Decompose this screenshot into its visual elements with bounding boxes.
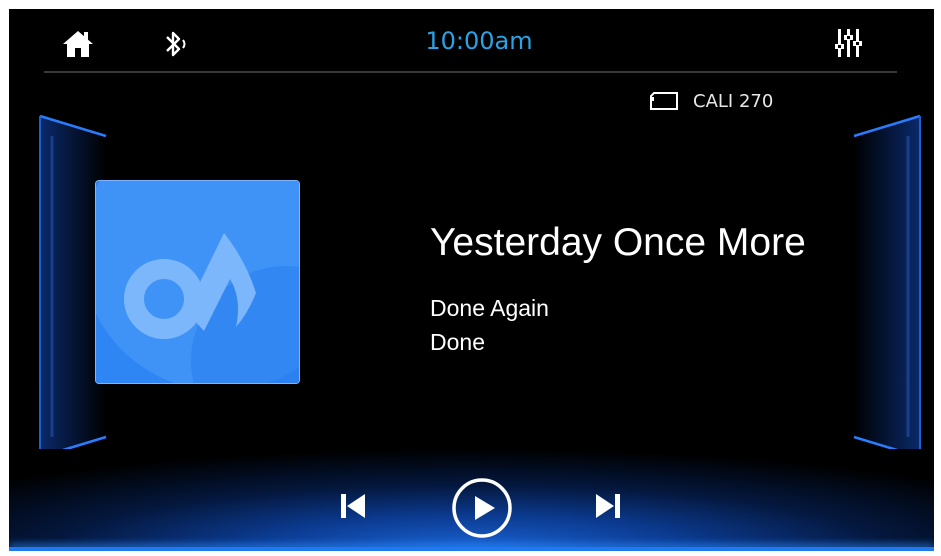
media-player-screen: 10:00am CALI 270 Yesterday Once More Don… <box>9 9 934 551</box>
music-note-icon <box>96 181 299 383</box>
album-art <box>95 180 300 384</box>
sd-card-icon <box>650 92 678 110</box>
previous-track-button[interactable] <box>339 491 367 521</box>
home-icon <box>63 31 93 57</box>
next-track-button[interactable] <box>594 491 622 521</box>
clock: 10:00am <box>425 27 533 55</box>
bluetooth-button[interactable] <box>161 29 195 59</box>
skip-previous-icon <box>341 494 365 518</box>
track-artist: Done Again <box>430 295 549 321</box>
play-icon <box>452 478 512 538</box>
right-side-panel <box>853 114 921 459</box>
top-bar: 10:00am <box>9 9 934 73</box>
bottom-accent-line <box>9 547 934 551</box>
equalizer-icon <box>835 29 862 57</box>
bluetooth-audio-icon <box>166 31 186 57</box>
equalizer-button[interactable] <box>833 27 865 59</box>
top-divider <box>44 71 897 73</box>
source-indicator: CALI 270 <box>649 89 773 113</box>
source-label: CALI 270 <box>693 90 774 112</box>
home-button[interactable] <box>61 27 95 61</box>
track-album: Done <box>430 329 485 355</box>
track-title: Yesterday Once More <box>430 221 806 264</box>
play-button[interactable] <box>451 477 513 539</box>
skip-next-icon <box>596 494 620 518</box>
